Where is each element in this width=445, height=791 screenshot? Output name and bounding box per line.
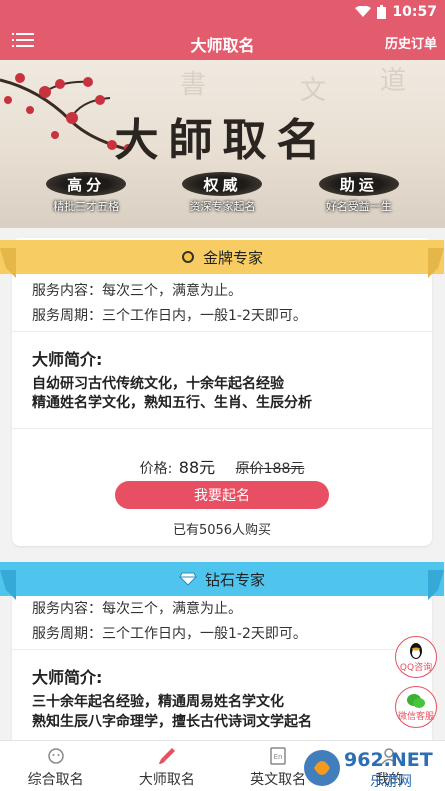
diamond-expert-card: 钻石专家 服务内容：每次三个，满意为止。 服务周期：三个工作日内，一般1-2天即… — [0, 562, 444, 762]
gold-expert-card: 金牌专家 服务内容：每次三个，满意为止。 服务周期：三个工作日内，一般1-2天即… — [0, 238, 444, 546]
diamond-ribbon: 钻石专家 — [0, 562, 444, 600]
banner-badges: 高分 精批三才五格 权威 资深专家起名 助运 好名受益一生 — [0, 172, 445, 214]
site-watermark-logo: 962.NET 乐游网 — [304, 749, 433, 790]
gold-ribbon-label: 金牌专家 — [202, 248, 263, 267]
wifi-icon — [355, 6, 372, 17]
diamond-period: 服务周期：三个工作日内，一般1-2天即可。 — [32, 626, 307, 642]
badge-high-score: 高分 精批三才五格 — [31, 172, 141, 214]
wechat-service-button[interactable]: 微信客服 — [395, 686, 437, 728]
diamond-ribbon-label: 钻石专家 — [204, 570, 265, 589]
gold-intro-title: 大师简介: — [32, 350, 103, 369]
brush-icon — [158, 748, 175, 764]
qq-consult-button[interactable]: QQ咨询 — [395, 636, 437, 678]
gold-ribbon: 金牌专家 — [0, 240, 444, 278]
tab-master[interactable]: 大师取名 — [111, 741, 222, 791]
history-orders-link[interactable]: 历史订单 — [385, 33, 437, 52]
diamond-service: 服务内容：每次三个，满意为止。 — [32, 601, 242, 617]
app-bar: 大师取名 历史订单 — [0, 24, 445, 60]
gold-sold-count: 已有5056人购买 — [172, 523, 272, 538]
status-bar: 10:57 — [0, 0, 445, 24]
gold-buy-button[interactable]: 我要起名 — [115, 481, 329, 509]
divider — [12, 331, 432, 332]
banner-title: 大師取名 — [114, 115, 331, 166]
divider — [12, 428, 432, 429]
gold-original-price: 原价188元 — [235, 461, 305, 477]
wechat-icon — [407, 693, 425, 708]
medal-icon — [181, 249, 195, 265]
svg-text:962.NET: 962.NET — [344, 749, 433, 771]
battery-icon — [377, 5, 387, 19]
tab-comprehensive[interactable]: 综合取名 — [0, 741, 111, 791]
diamond-intro-title: 大师简介: — [32, 668, 103, 687]
qq-penguin-icon — [410, 642, 422, 659]
gold-period: 服务周期：三个工作日内，一般1-2天即可。 — [32, 308, 307, 324]
gold-price: 88元 — [178, 458, 216, 477]
page-title: 大师取名 — [190, 36, 255, 55]
divider — [12, 649, 432, 650]
gold-intro-line-1: 自幼研习古代传统文化，十余年起名经验 — [32, 376, 284, 392]
diamond-intro-line-2: 熟知生辰八字命理学，擅长古代诗词文学起名 — [32, 714, 312, 730]
svg-text:En: En — [274, 753, 283, 761]
english-doc-icon: En — [270, 747, 286, 765]
gold-intro-line-2: 精通姓名学文化，熟知五行、生肖、生辰分析 — [32, 395, 312, 411]
baby-icon — [47, 748, 64, 764]
status-time: 10:57 — [392, 4, 437, 20]
diamond-intro-line-1: 三十余年起名经验，精通周易姓名学文化 — [32, 694, 284, 710]
diamond-icon — [179, 572, 197, 586]
badge-authority: 权威 资深专家起名 — [167, 172, 277, 214]
gold-price-row: 价格: 88元 原价188元 — [139, 458, 305, 477]
banner: 書 文 道 大師取名 高分 精批三才五格 权威 资深专家起名 助运 好名受益一生 — [0, 60, 445, 228]
svg-text:乐游网: 乐游网 — [370, 774, 412, 790]
badge-luck: 助运 好名受益一生 — [304, 172, 414, 214]
gold-service: 服务内容：每次三个，满意为止。 — [32, 283, 242, 299]
